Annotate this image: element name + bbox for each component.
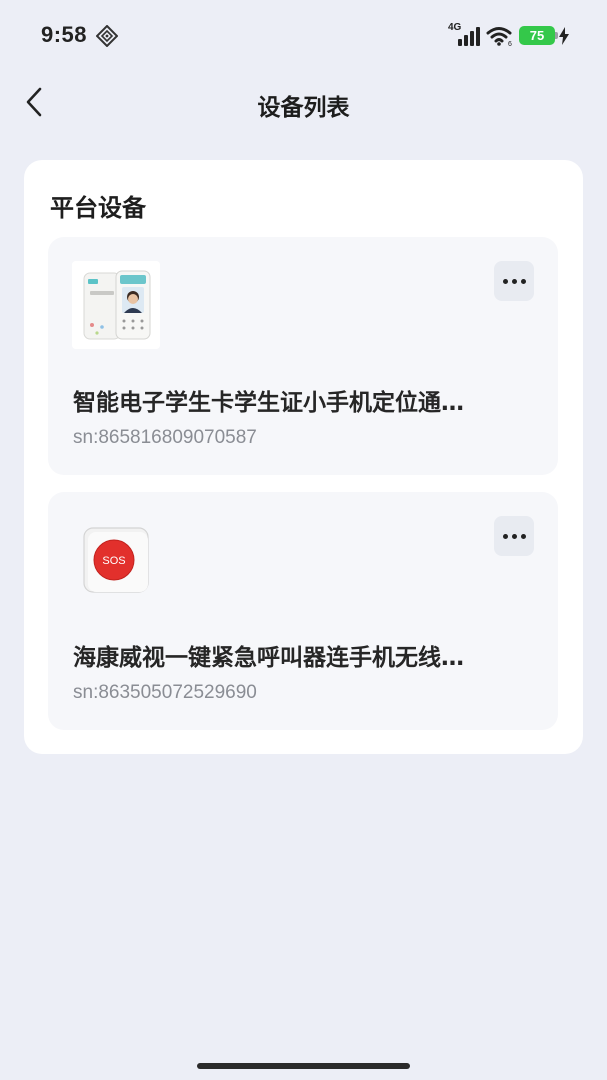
device-sn: sn:863505072529690 xyxy=(73,682,257,703)
signal-icon xyxy=(458,27,480,46)
home-indicator[interactable] xyxy=(197,1063,410,1069)
more-dot xyxy=(520,533,526,539)
more-dot xyxy=(511,533,517,539)
more-dot xyxy=(520,278,526,284)
sos-label: SOS xyxy=(102,555,125,567)
battery-indicator: 75 xyxy=(519,26,555,45)
device-sn: sn:865816809070587 xyxy=(73,427,257,448)
charging-icon xyxy=(559,27,569,45)
device-item[interactable]: SOS 海康威视一键紧急呼叫器连手机无线… sn:863505072529690 xyxy=(48,492,558,730)
more-options-button[interactable] xyxy=(494,261,534,301)
svg-text:6: 6 xyxy=(508,41,512,46)
device-item[interactable]: 智能电子学生卡学生证小手机定位通… sn:865816809070587 xyxy=(48,237,558,475)
sos-button-image: SOS xyxy=(72,516,160,604)
diamond-icon xyxy=(96,25,118,47)
more-horizontal-icon xyxy=(502,278,508,284)
wifi-icon: 6 xyxy=(486,27,512,46)
more-dot xyxy=(511,278,517,284)
status-bar: 9:58 4G 6 75 xyxy=(0,0,607,72)
more-horizontal-icon xyxy=(502,533,508,539)
student-card-phone-image xyxy=(72,261,160,349)
status-time: 9:58 xyxy=(41,22,88,47)
platform-devices-card: 平台设备 智能电子学生卡学生证小手机定位通… sn:86581680907058… xyxy=(24,160,583,754)
page-title: 设备列表 xyxy=(257,95,350,121)
device-name: 智能电子学生卡学生证小手机定位通… xyxy=(73,390,464,416)
section-title: 平台设备 xyxy=(50,194,146,222)
device-name: 海康威视一键紧急呼叫器连手机无线… xyxy=(73,645,464,671)
more-options-button[interactable] xyxy=(494,516,534,556)
